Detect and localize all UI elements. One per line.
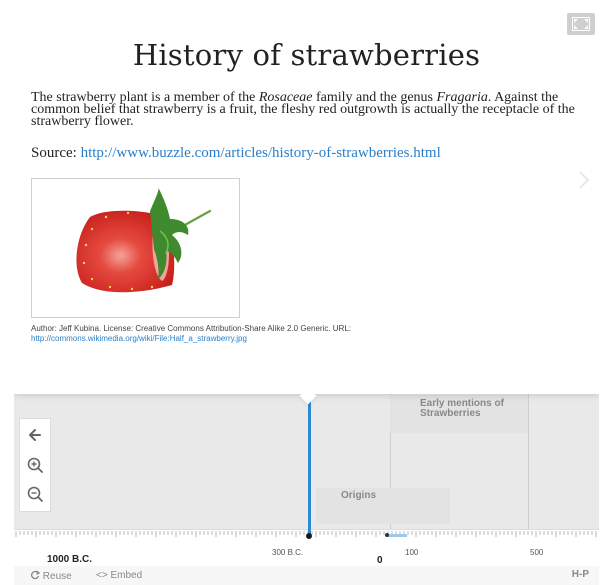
fullscreen-button[interactable]: [567, 13, 595, 35]
reuse-button[interactable]: Reuse: [30, 570, 72, 582]
strawberry-image: [31, 178, 240, 318]
back-button[interactable]: [24, 424, 46, 446]
embed-icon: <>: [96, 570, 108, 581]
footer-bar: Reuse <> Embed H-P: [14, 566, 599, 585]
event-label: Early mentions of Strawberries: [420, 398, 504, 419]
fullscreen-icon: [572, 17, 590, 31]
image-credit-link[interactable]: http://commons.wikimedia.org/wiki/File:H…: [31, 334, 451, 344]
zoom-in-button[interactable]: [24, 454, 46, 476]
timeline-marker-dot: [306, 533, 312, 539]
source-link[interactable]: http://www.buzzle.com/articles/history-o…: [81, 145, 441, 161]
embed-label: Embed: [110, 570, 143, 581]
slide-intro-text: The strawberry plant is a member of the …: [31, 91, 586, 129]
source-line: Source: http://www.buzzle.com/articles/h…: [31, 145, 586, 162]
event-label: Origins: [341, 490, 377, 501]
source-label: Source:: [31, 145, 81, 161]
timeline-controls: [19, 418, 51, 512]
reuse-label: Reuse: [42, 571, 72, 582]
strawberry-illustration: [76, 187, 212, 293]
timeline-minimap-dot: [385, 533, 389, 537]
image-credit-text: Author: Jeff Kubina. License: Creative C…: [31, 324, 352, 333]
slide-title: History of strawberries: [132, 38, 481, 72]
chevron-right-icon[interactable]: [578, 170, 590, 190]
zoom-in-icon: [27, 457, 43, 473]
slide-panel: History of strawberries The strawberry p…: [14, 8, 599, 394]
embed-button[interactable]: <> Embed: [96, 570, 142, 581]
back-arrow-icon: [29, 429, 41, 441]
timeline-divider: [528, 394, 529, 536]
image-credit: Author: Jeff Kubina. License: Creative C…: [31, 324, 451, 344]
reuse-icon: [31, 570, 41, 580]
timeline-event-early-mentions[interactable]: Early mentions of Strawberries: [390, 395, 528, 433]
timeline-current-marker[interactable]: [308, 394, 311, 536]
zoom-out-icon: [27, 486, 43, 502]
h5p-logo[interactable]: H-P: [572, 569, 589, 580]
ruler-label-0: 0: [377, 555, 383, 566]
ruler-label-1000bc: 1000 B.C.: [47, 554, 93, 565]
ruler-label-500: 500: [530, 548, 544, 557]
timeline-minimap-range: [386, 534, 407, 537]
zoom-out-button[interactable]: [24, 483, 46, 505]
ruler-label-300bc: 300 B.C.: [272, 548, 304, 557]
timeline-frame: History of strawberries The strawberry p…: [14, 8, 599, 566]
timeline-event-origins[interactable]: Origins: [316, 488, 450, 524]
ruler-label-100: 100: [405, 548, 419, 557]
